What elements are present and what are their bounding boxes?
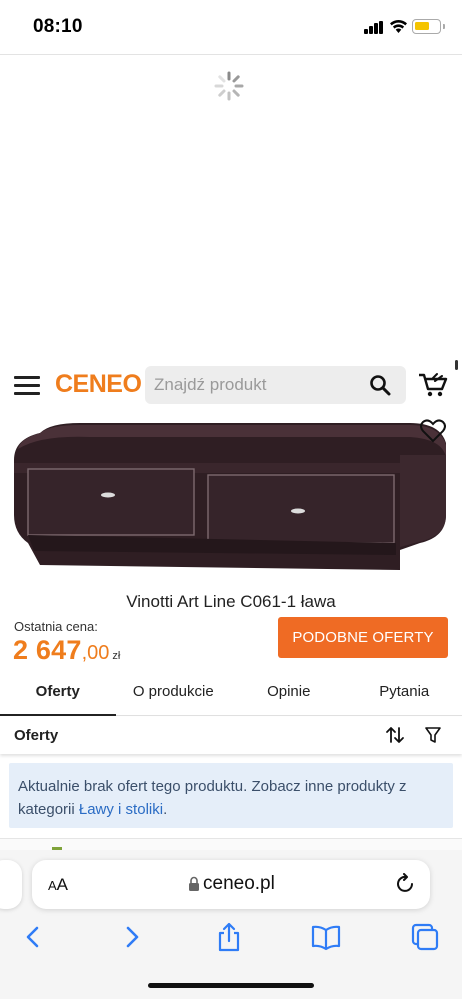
tab-about-product[interactable]: O produkcie (116, 671, 232, 715)
filter-icon[interactable] (425, 727, 441, 743)
heart-icon[interactable] (420, 419, 446, 443)
price: 2 647,00 zł (13, 635, 120, 666)
offers-title: Oferty (14, 727, 59, 744)
url-text[interactable]: ceneo.pl (203, 873, 275, 895)
status-time: 08:10 (33, 16, 83, 37)
divider (0, 54, 462, 55)
battery-icon (412, 19, 445, 34)
search-icon[interactable] (369, 374, 391, 396)
tabs-icon[interactable] (410, 922, 440, 952)
home-indicator[interactable] (148, 983, 314, 988)
similar-offers-button[interactable]: PODOBNE OFERTY (278, 617, 448, 658)
price-label: Ostatnia cena: (14, 619, 98, 634)
lock-icon (189, 876, 199, 891)
product-tabs: Oferty O produkcie Opinie Pytania (0, 671, 462, 716)
reload-icon[interactable] (396, 873, 416, 895)
loading-spinner-icon (214, 71, 244, 101)
search-box[interactable] (145, 366, 406, 404)
forward-icon[interactable] (117, 922, 147, 952)
price-currency: zł (112, 650, 121, 662)
back-icon[interactable] (18, 922, 48, 952)
previous-tab-preview[interactable] (0, 860, 22, 909)
text-size-button[interactable]: AA (48, 875, 68, 895)
cellular-signal-icon (364, 21, 384, 34)
no-offers-text: Aktualnie brak ofert tego produktu. Zoba… (18, 778, 407, 818)
info-suffix: . (163, 801, 168, 818)
sort-icon[interactable] (385, 726, 405, 744)
tab-offers[interactable]: Oferty (0, 671, 116, 716)
cart-icon[interactable] (418, 372, 448, 398)
tab-questions[interactable]: Pytania (347, 671, 462, 715)
category-link[interactable]: Ławy i stoliki (79, 801, 163, 818)
scroll-indicator[interactable] (455, 360, 458, 370)
search-input[interactable] (154, 366, 364, 404)
product-title: Vinotti Art Line C061-1 ława (126, 592, 336, 611)
share-icon[interactable] (214, 922, 244, 952)
offers-bar: Oferty (0, 717, 462, 754)
price-main: 2 647 (13, 635, 82, 665)
no-offers-message: Aktualnie brak ofert tego produktu. Zoba… (9, 763, 453, 828)
tab-reviews[interactable]: Opinie (231, 671, 347, 715)
wifi-icon (390, 19, 407, 33)
hamburger-menu-icon[interactable] (14, 374, 42, 398)
price-decimals: ,00 (81, 642, 110, 664)
bookmarks-icon[interactable] (311, 922, 341, 952)
status-bar: 08:10 (0, 0, 462, 54)
ceneo-logo[interactable]: CENEO (55, 370, 142, 399)
product-image (14, 423, 446, 570)
